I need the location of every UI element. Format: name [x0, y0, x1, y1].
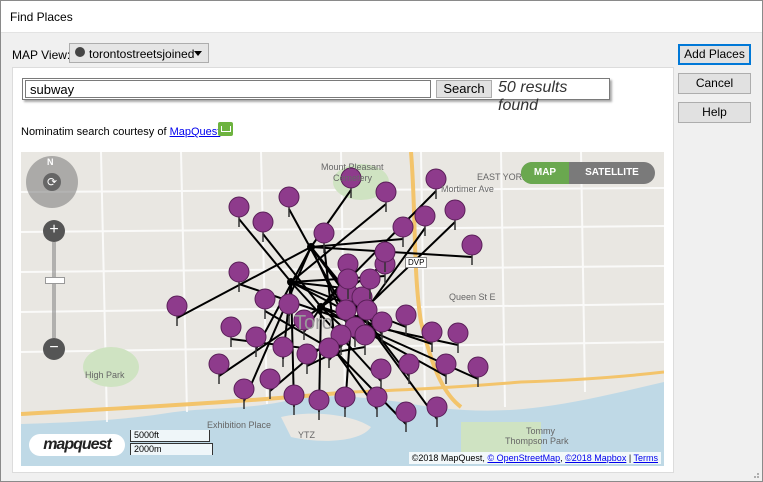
zoom-slider-knob[interactable]	[45, 277, 65, 284]
result-marker-icon[interactable]	[426, 396, 448, 427]
result-marker-icon[interactable]	[366, 386, 388, 417]
map-label-toronto: Toro	[294, 312, 333, 334]
window-title: Find Places	[10, 10, 73, 24]
map-label-exhibition-place: Exhibition Place	[207, 420, 272, 430]
map-label-thompson-park: Thompson Park	[505, 436, 569, 446]
zoom-out-button[interactable]: −	[43, 338, 65, 360]
chevron-down-icon	[194, 51, 202, 56]
map-view-value: torontostreetsjoined	[89, 47, 195, 61]
terms-link[interactable]: Terms	[634, 453, 659, 463]
title-bar: Find Places	[1, 1, 762, 33]
search-panel: Search 50 results found Nominatim search…	[12, 67, 674, 473]
map-label-mount-pleasant: Mount Pleasant	[321, 162, 384, 172]
map-attribution: ©2018 MapQuest, © OpenStreetMap, ©2018 M…	[408, 452, 661, 464]
map-label-high-park: High Park	[85, 370, 125, 380]
osm-link[interactable]: © OpenStreetMap	[487, 453, 560, 463]
nominatim-credit: Nominatim search courtesy of MapQuest	[21, 126, 220, 138]
copyright-text: ©2018 MapQuest,	[411, 453, 485, 463]
map-view[interactable]: Mount Pleasant Cemetery EAST YORK Mortim…	[21, 152, 664, 466]
mapquest-badge-icon	[218, 122, 233, 136]
help-button[interactable]: Help	[678, 102, 751, 123]
satellite-toggle-button[interactable]: SATELLITE	[569, 162, 655, 184]
connector-hub-dot	[317, 303, 325, 311]
result-marker-icon[interactable]	[283, 384, 305, 415]
scale-bar-feet: 5000ft	[130, 430, 210, 442]
map-canvas	[21, 152, 664, 452]
resize-grip-icon[interactable]	[750, 469, 760, 479]
map-view-label: MAP View:	[12, 48, 71, 62]
find-places-dialog: Find Places MAP View: torontostreetsjoin…	[0, 0, 763, 482]
search-input[interactable]	[25, 80, 431, 98]
map-toggle-button[interactable]: MAP	[521, 162, 569, 184]
rotate-icon[interactable]: ⟳	[43, 173, 61, 191]
pan-control[interactable]: N ⟳	[26, 156, 78, 208]
zoom-in-button[interactable]: +	[43, 220, 65, 242]
globe-icon	[75, 47, 85, 57]
map-label-tommy: Tommy	[526, 426, 555, 436]
map-label-dvp: DVP	[405, 257, 428, 268]
search-bar: Search 50 results found	[22, 78, 610, 114]
map-label-ytz: YTZ	[298, 430, 315, 440]
connector-hub-dot	[307, 243, 315, 251]
cancel-button[interactable]: Cancel	[678, 73, 751, 94]
add-places-button[interactable]: Add Places	[678, 44, 751, 65]
search-button[interactable]: Search	[436, 80, 492, 98]
compass-north-label: N	[47, 157, 54, 167]
zoom-slider-track[interactable]	[52, 242, 56, 338]
result-marker-icon[interactable]	[395, 401, 417, 432]
result-marker-icon[interactable]	[334, 386, 356, 417]
scale-bar-meters: 2000m	[130, 443, 213, 455]
mapbox-link[interactable]: ©2018 Mapbox	[565, 453, 626, 463]
nominatim-text: Nominatim search courtesy of	[21, 126, 170, 138]
map-type-toggle[interactable]: MAP SATELLITE	[521, 162, 655, 184]
zoom-control[interactable]: + −	[43, 220, 65, 360]
connector-hub-dot	[287, 278, 295, 286]
results-count: 50 results found	[498, 79, 568, 114]
map-label-mortimer: Mortimer Ave	[441, 184, 494, 194]
mapquest-link[interactable]: MapQuest	[170, 126, 221, 138]
park-high-park	[83, 347, 139, 387]
toronto-islands	[281, 413, 371, 441]
map-view-select[interactable]: torontostreetsjoined	[69, 43, 209, 63]
mapquest-logo: mapquest	[29, 434, 125, 456]
map-label-queen-st: Queen St E	[449, 292, 496, 302]
map-label-cemetery: Cemetery	[333, 173, 373, 183]
